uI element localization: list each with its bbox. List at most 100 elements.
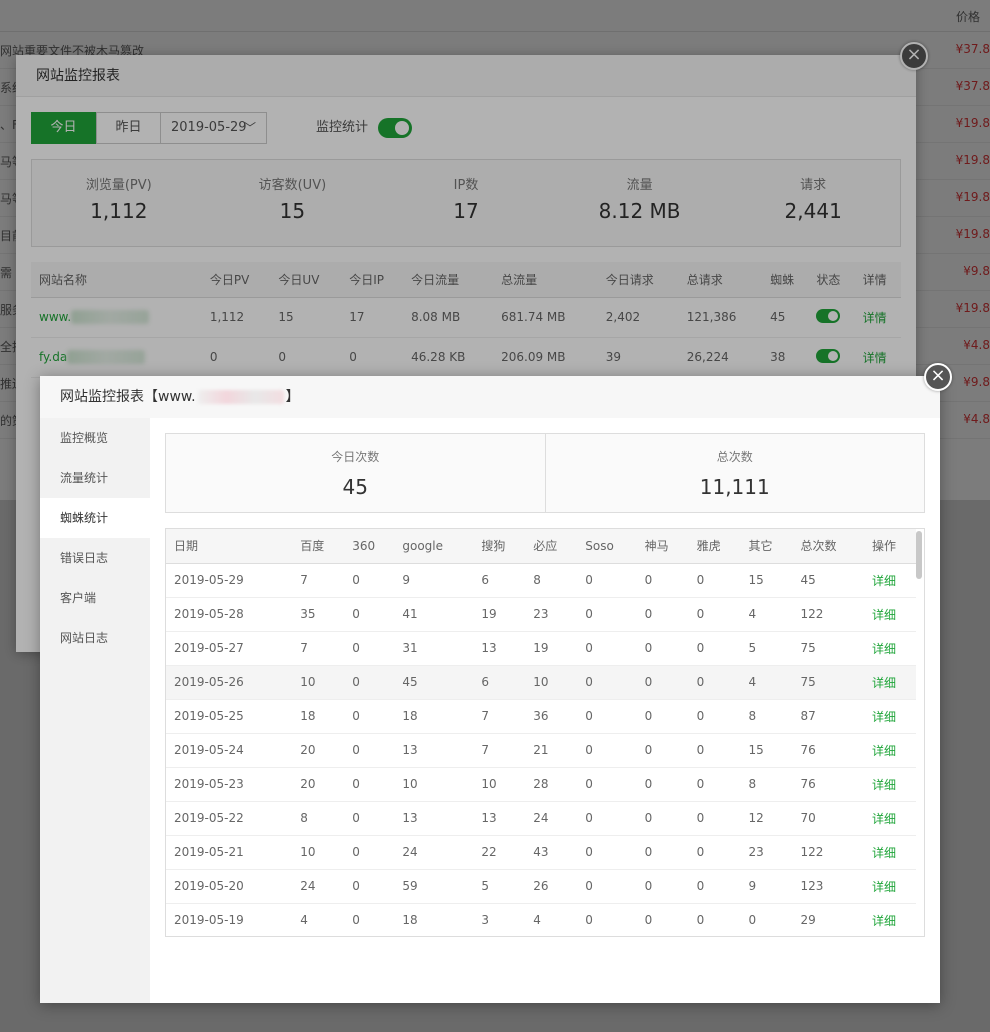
column-header: 操作 xyxy=(863,529,916,564)
detail-link[interactable]: 详细 xyxy=(863,733,916,768)
table-cell: 59 xyxy=(394,869,474,904)
table-cell: 3 xyxy=(473,903,526,936)
detail-link[interactable]: 详细 xyxy=(863,767,916,802)
table-cell: 0 xyxy=(636,699,689,734)
table-cell: 0 xyxy=(636,835,689,870)
column-header: 搜狗 xyxy=(473,529,526,564)
side-menu-item[interactable]: 蜘蛛统计 xyxy=(40,498,150,538)
table-cell: 7 xyxy=(292,563,345,598)
summary-today: 今日次数 45 xyxy=(166,434,545,512)
table-cell: 0 xyxy=(344,733,395,768)
table-cell: 15 xyxy=(740,733,793,768)
table-cell: 0 xyxy=(577,733,637,768)
side-menu-item[interactable]: 流量统计 xyxy=(40,458,150,498)
detail-link[interactable]: 详细 xyxy=(863,563,916,598)
table-cell: 0 xyxy=(577,597,637,632)
table-cell: 0 xyxy=(688,631,741,666)
table-cell: 20 xyxy=(292,767,345,802)
table-cell: 0 xyxy=(577,801,637,836)
table-cell: 0 xyxy=(344,767,395,802)
close-icon[interactable]: × xyxy=(924,363,952,391)
table-cell: 0 xyxy=(740,903,793,936)
table-row: 2019-05-23 20 0 10 10 28 0 0 0 8 76 详细 xyxy=(166,767,916,802)
table-cell: 45 xyxy=(792,563,864,598)
table-cell: 0 xyxy=(344,597,395,632)
table-cell: 41 xyxy=(394,597,474,632)
modal-title: 网站监控报表【www. 】 xyxy=(40,376,940,418)
table-cell: 75 xyxy=(792,665,864,700)
side-menu-item[interactable]: 客户端 xyxy=(40,578,150,618)
table-cell: 0 xyxy=(688,869,741,904)
table-row: 2019-05-26 10 0 45 6 10 0 0 0 4 75 详细 xyxy=(166,665,916,700)
table-cell: 0 xyxy=(688,665,741,700)
table-cell: 76 xyxy=(792,767,864,802)
table-cell: 2019-05-29 xyxy=(166,563,293,598)
table-cell: 0 xyxy=(688,597,741,632)
side-menu-item[interactable]: 监控概览 xyxy=(40,418,150,458)
table-cell: 0 xyxy=(344,631,395,666)
detail-link[interactable]: 详细 xyxy=(863,801,916,836)
detail-link[interactable]: 详细 xyxy=(863,597,916,632)
detail-link[interactable]: 详细 xyxy=(863,903,916,936)
table-cell: 2019-05-25 xyxy=(166,699,293,734)
table-cell: 10 xyxy=(525,665,578,700)
table-cell: 36 xyxy=(525,699,578,734)
spider-table-container: 日期 百度 360 google 搜狗 必应 Soso 神马 雅虎 其它 总次数 操作 2019-05… xyxy=(165,528,925,937)
table-cell: 31 xyxy=(394,631,474,666)
table-cell: 9 xyxy=(394,563,474,598)
spider-table: 日期 百度 360 google 搜狗 必应 Soso 神马 雅虎 其它 总次数 操作 2019-05… xyxy=(166,529,916,936)
table-cell: 0 xyxy=(577,563,637,598)
table-cell: 24 xyxy=(292,869,345,904)
table-cell: 22 xyxy=(473,835,526,870)
column-header: google xyxy=(394,529,474,564)
detail-link[interactable]: 详细 xyxy=(863,665,916,700)
table-cell: 0 xyxy=(636,801,689,836)
table-row: 2019-05-21 10 0 24 22 43 0 0 0 23 122 详细 xyxy=(166,835,916,870)
masked-domain xyxy=(197,390,284,404)
table-row: 2019-05-20 24 0 59 5 26 0 0 0 9 123 详细 xyxy=(166,869,916,904)
table-cell: 2019-05-28 xyxy=(166,597,293,632)
table-cell: 18 xyxy=(394,903,474,936)
table-cell: 2019-05-26 xyxy=(166,665,293,700)
side-menu-item[interactable]: 网站日志 xyxy=(40,618,150,658)
table-cell: 0 xyxy=(636,767,689,802)
table-cell: 2019-05-19 xyxy=(166,903,293,936)
side-menu-item[interactable]: 错误日志 xyxy=(40,538,150,578)
table-cell: 0 xyxy=(577,869,637,904)
scrollbar[interactable] xyxy=(916,531,922,579)
detail-link[interactable]: 详细 xyxy=(863,835,916,870)
column-header: 百度 xyxy=(292,529,345,564)
detail-link[interactable]: 详细 xyxy=(863,869,916,904)
table-cell: 24 xyxy=(394,835,474,870)
table-cell: 20 xyxy=(292,733,345,768)
detail-link[interactable]: 详细 xyxy=(863,631,916,666)
table-cell: 0 xyxy=(636,665,689,700)
table-cell: 13 xyxy=(394,733,474,768)
table-cell: 0 xyxy=(636,597,689,632)
table-cell: 7 xyxy=(292,631,345,666)
table-cell: 5 xyxy=(473,869,526,904)
table-cell: 0 xyxy=(344,699,395,734)
table-cell: 0 xyxy=(577,767,637,802)
table-cell: 6 xyxy=(473,665,526,700)
table-row: 2019-05-28 35 0 41 19 23 0 0 0 4 122 详细 xyxy=(166,597,916,632)
table-cell: 0 xyxy=(577,903,637,936)
column-header: Soso xyxy=(577,529,637,564)
table-cell: 0 xyxy=(636,563,689,598)
summary-label: 总次数 xyxy=(716,450,753,464)
table-cell: 0 xyxy=(577,665,637,700)
table-cell: 13 xyxy=(473,801,526,836)
table-cell: 7 xyxy=(473,733,526,768)
table-cell: 70 xyxy=(792,801,864,836)
table-cell: 29 xyxy=(792,903,864,936)
table-cell: 2019-05-24 xyxy=(166,733,293,768)
table-cell: 0 xyxy=(344,903,395,936)
table-cell: 10 xyxy=(292,665,345,700)
detail-link[interactable]: 详细 xyxy=(863,699,916,734)
table-row: 2019-05-27 7 0 31 13 19 0 0 0 5 75 详细 xyxy=(166,631,916,666)
table-cell: 122 xyxy=(792,597,864,632)
table-cell: 43 xyxy=(525,835,578,870)
table-cell: 0 xyxy=(688,801,741,836)
table-cell: 4 xyxy=(525,903,578,936)
table-cell: 8 xyxy=(740,767,793,802)
